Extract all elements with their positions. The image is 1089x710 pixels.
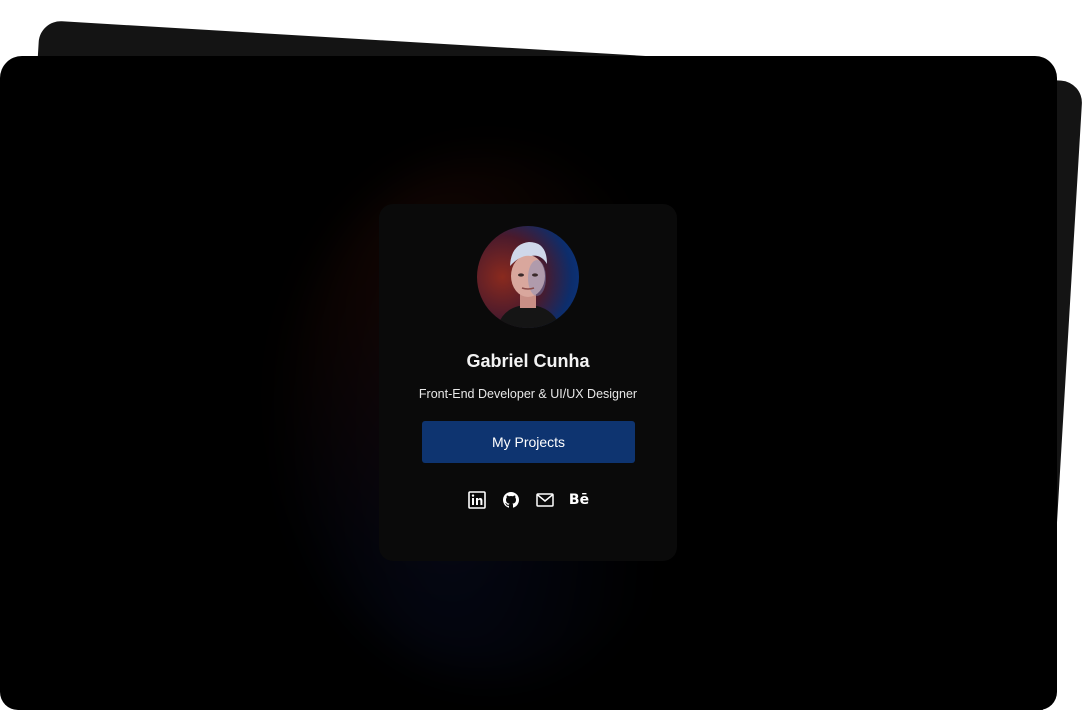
github-icon (502, 492, 520, 508)
profile-card: Gabriel Cunha Front-End Developer & UI/U… (379, 204, 677, 561)
profile-role: Front-End Developer & UI/UX Designer (418, 387, 638, 401)
mail-icon (536, 493, 554, 507)
email-link[interactable] (535, 490, 555, 510)
avatar (477, 226, 579, 328)
github-link[interactable] (501, 490, 521, 510)
social-links: Bē (379, 490, 677, 510)
avatar-portrait-image (497, 242, 561, 328)
my-projects-button[interactable]: My Projects (422, 421, 635, 463)
linkedin-link[interactable] (467, 490, 487, 510)
stage: Gabriel Cunha Front-End Developer & UI/U… (0, 0, 1089, 710)
behance-link[interactable]: Bē (569, 490, 589, 510)
profile-name: Gabriel Cunha (466, 351, 590, 371)
linkedin-icon (468, 491, 486, 509)
browser-window: Gabriel Cunha Front-End Developer & UI/U… (0, 56, 1057, 710)
behance-icon: Bē (568, 492, 590, 508)
